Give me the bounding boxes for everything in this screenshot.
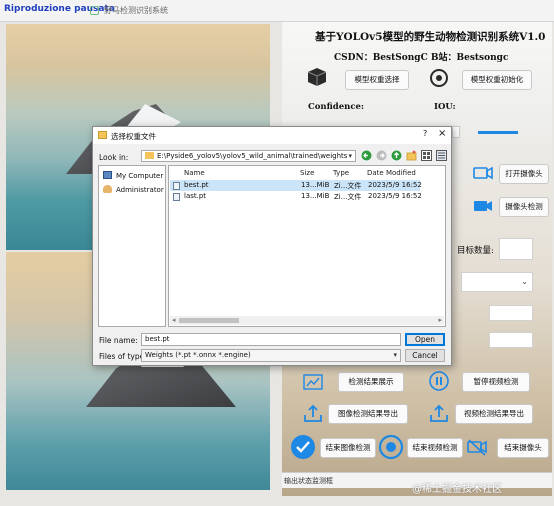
target-icon	[430, 69, 448, 87]
file-row[interactable]: last.pt 13...MiB Zi...文件 2023/5/9 16:52	[170, 191, 422, 202]
dialog-titlebar: 选择权重文件 ? ×	[93, 127, 451, 144]
sidebar-item-my-computer[interactable]: My Computer	[103, 171, 163, 180]
chevron-down-icon: ▾	[348, 152, 352, 160]
file-type-value: Weights (*.pt *.onnx *.engine)	[145, 351, 251, 359]
column-size[interactable]: Size	[300, 169, 314, 177]
camera-icon	[473, 166, 493, 180]
chevron-down-icon: ▾	[393, 351, 397, 359]
scroll-right-icon[interactable]: ▸	[438, 316, 442, 325]
iou-label: IOU:	[434, 102, 456, 112]
end-camera-button[interactable]: 结束摄像头	[497, 438, 549, 458]
window-titlebar: Riproduzione pausata 野马检测识别系统	[0, 0, 554, 22]
file-icon	[173, 182, 180, 190]
places-sidebar: My Computer Administrator	[98, 165, 166, 327]
up-folder-icon[interactable]	[391, 150, 402, 161]
credits-text: CSDN：BestSongC B站：Bestsongc	[334, 53, 509, 63]
file-type: Zi...文件	[334, 182, 362, 190]
file-name: best.pt	[184, 181, 209, 189]
info-field-2	[489, 332, 533, 348]
help-button[interactable]: ?	[423, 129, 427, 138]
dialog-title: 选择权重文件	[111, 132, 156, 141]
file-list: Name Size Type Date Modified best.pt 13.…	[168, 165, 446, 327]
scrollbar-thumb[interactable]	[179, 318, 239, 323]
file-name-input[interactable]: best.pt	[141, 333, 401, 346]
system-title: 基于YOLOv5模型的野生动物检测识别系统V1.0	[315, 31, 546, 43]
look-in-combo[interactable]: E:\Pyside6_yolov5\yolov5_wild_animal\tra…	[141, 150, 356, 162]
upload-video-icon	[430, 404, 448, 422]
sidebar-item-administrator[interactable]: Administrator	[103, 185, 164, 194]
close-button[interactable]: ×	[438, 128, 446, 139]
pause-icon	[429, 371, 449, 391]
check-circle-icon	[291, 435, 315, 459]
file-dialog: 选择权重文件 ? × Look in: E:\Pyside6_yolov5\yo…	[92, 126, 452, 366]
file-type: Zi...文件	[334, 193, 362, 201]
look-in-label: Look in:	[99, 153, 129, 162]
info-field-1	[489, 305, 533, 321]
cube-icon	[307, 68, 327, 86]
model-init-button[interactable]: 模型权重初始化	[462, 70, 532, 90]
end-video-button[interactable]: 结束视频检测	[407, 438, 463, 458]
forward-icon[interactable]	[376, 150, 387, 161]
target-count-label: 目标数量:	[457, 246, 494, 256]
iou-slider[interactable]	[478, 131, 518, 134]
camera-off-icon	[467, 439, 487, 456]
horizontal-scrollbar[interactable]: ◂ ▸	[170, 316, 444, 325]
watermark: @稀土掘金技术社区	[412, 484, 502, 495]
export-image-button[interactable]: 图像检测结果导出	[328, 404, 408, 424]
column-date-modified[interactable]: Date Modified	[367, 169, 416, 177]
folder-icon	[98, 131, 107, 139]
chart-icon	[303, 374, 323, 390]
column-type[interactable]: Type	[333, 169, 349, 177]
back-icon[interactable]	[361, 150, 372, 161]
computer-icon	[103, 171, 112, 179]
window-title: 野马检测识别系统	[104, 6, 168, 15]
iou-spinbox[interactable]	[452, 126, 460, 138]
open-button[interactable]: Open	[405, 333, 445, 346]
model-select-button[interactable]: 模型权重选择	[345, 70, 409, 90]
file-name-label: File name:	[99, 336, 138, 345]
video-camera-icon	[474, 201, 492, 211]
cancel-button[interactable]: Cancel	[405, 349, 445, 362]
result-show-button[interactable]: 检测结果展示	[338, 372, 404, 392]
export-video-button[interactable]: 视频检测结果导出	[455, 404, 533, 424]
file-type-select[interactable]: Weights (*.pt *.onnx *.engine) ▾	[141, 349, 401, 362]
new-folder-icon[interactable]	[406, 150, 417, 161]
folder-icon	[145, 152, 154, 159]
file-date: 2023/5/9 16:52	[368, 181, 422, 189]
sidebar-item-label: Administrator	[116, 186, 164, 194]
file-row[interactable]: best.pt 13...MiB Zi...文件 2023/5/9 16:52	[170, 180, 422, 191]
pause-video-button[interactable]: 暂停视频检测	[462, 372, 530, 392]
open-camera-button[interactable]: 打开摄像头	[499, 164, 549, 184]
file-name: last.pt	[184, 192, 207, 200]
file-size: 13...MiB	[301, 181, 330, 189]
user-icon	[103, 185, 112, 193]
file-date: 2023/5/9 16:52	[368, 192, 422, 200]
detail-view-icon[interactable]	[436, 150, 447, 161]
column-name[interactable]: Name	[184, 169, 205, 177]
look-in-path: E:\Pyside6_yolov5\yolov5_wild_animal\tra…	[157, 152, 348, 160]
camera-detect-button[interactable]: 摄像头检测	[499, 197, 549, 217]
stop-circle-icon	[378, 434, 404, 460]
file-size: 13...MiB	[301, 192, 330, 200]
upload-icon	[304, 404, 322, 422]
target-select[interactable]: ⌄	[461, 272, 533, 292]
file-icon	[173, 193, 180, 201]
file-type-label: Files of type:	[99, 352, 147, 361]
scroll-left-icon[interactable]: ◂	[172, 316, 176, 325]
confidence-label: Confidence:	[308, 102, 365, 112]
file-name-value: best.pt	[145, 335, 170, 343]
sidebar-item-label: My Computer	[116, 172, 164, 180]
list-view-icon[interactable]	[421, 150, 432, 161]
target-count-field	[499, 238, 533, 260]
end-image-button[interactable]: 结束图像检测	[320, 438, 376, 458]
app-icon	[90, 6, 99, 15]
